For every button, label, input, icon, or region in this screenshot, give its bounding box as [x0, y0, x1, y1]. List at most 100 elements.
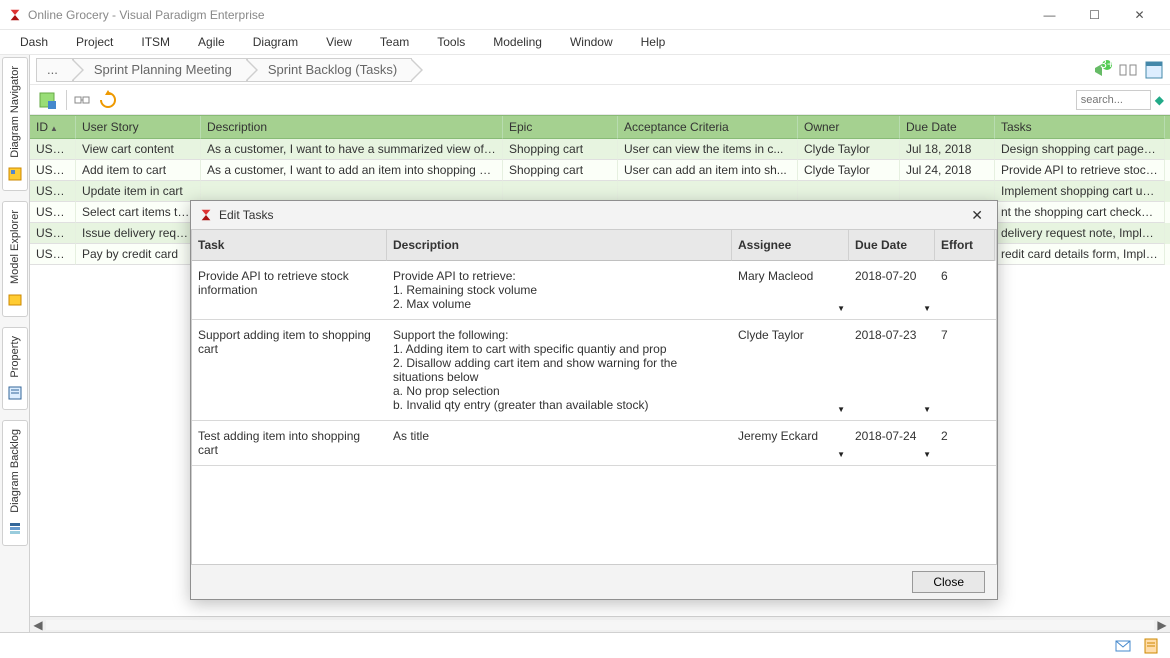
search-go-icon[interactable]: ◆: [1155, 93, 1164, 107]
task-row[interactable]: Test adding item into shopping cartAs ti…: [192, 421, 996, 466]
cell-effort[interactable]: 7: [935, 320, 995, 420]
due-date-dropdown-icon[interactable]: ▼: [923, 405, 931, 414]
minimize-button[interactable]: —: [1027, 0, 1072, 30]
sidetab-model-explorer[interactable]: Model Explorer: [2, 201, 28, 317]
switch-view-icon[interactable]: [1118, 60, 1138, 80]
scroll-right-icon[interactable]: ▶: [1154, 618, 1170, 632]
cell-assignee[interactable]: Mary Macleod▼: [732, 261, 849, 319]
mcol-task[interactable]: Task: [192, 230, 387, 261]
dialog-title: Edit Tasks: [219, 208, 273, 222]
cell-effort[interactable]: 2: [935, 421, 995, 465]
mcol-assignee[interactable]: Assignee: [732, 230, 849, 261]
cell-desc: [201, 181, 503, 202]
statusbar: [0, 632, 1170, 658]
scroll-left-icon[interactable]: ◀: [30, 618, 46, 632]
horizontal-scrollbar[interactable]: ◀ ▶: [30, 616, 1170, 632]
menu-diagram[interactable]: Diagram: [239, 30, 312, 54]
menu-window[interactable]: Window: [556, 30, 627, 54]
sidetab-property[interactable]: Property: [2, 327, 28, 411]
table-row[interactable]: US025View cart contentAs a customer, I w…: [30, 139, 1170, 160]
due-date-dropdown-icon[interactable]: ▼: [923, 304, 931, 313]
cell-description[interactable]: Provide API to retrieve: 1. Remaining st…: [387, 261, 732, 319]
link-icon[interactable]: [71, 89, 93, 111]
menu-team[interactable]: Team: [366, 30, 423, 54]
mcol-due-date[interactable]: Due Date: [849, 230, 935, 261]
assignee-dropdown-icon[interactable]: ▼: [837, 405, 845, 414]
col-user-story[interactable]: User Story: [76, 116, 201, 139]
cell-due-date[interactable]: 2018-07-23▼: [849, 320, 935, 420]
menu-dash[interactable]: Dash: [6, 30, 62, 54]
menu-tools[interactable]: Tools: [423, 30, 479, 54]
col-id[interactable]: ID▲: [30, 116, 76, 139]
task-row[interactable]: Provide API to retrieve stock informatio…: [192, 261, 996, 320]
layout-icon[interactable]: [1144, 60, 1164, 80]
assignee-dropdown-icon[interactable]: ▼: [837, 304, 845, 313]
menu-help[interactable]: Help: [627, 30, 680, 54]
assignee-dropdown-icon[interactable]: ▼: [837, 450, 845, 459]
note-icon[interactable]: [1142, 637, 1160, 655]
col-owner[interactable]: Owner: [798, 116, 900, 139]
titlebar: Online Grocery - Visual Paradigm Enterpr…: [0, 0, 1170, 30]
cell-due: Jul 24, 2018: [900, 160, 995, 181]
cell-id: US032: [30, 244, 76, 265]
table-row[interactable]: US027Update item in cart Implement shoppi…: [30, 181, 1170, 202]
cell-effort[interactable]: 6: [935, 261, 995, 319]
mcol-effort[interactable]: Effort: [935, 230, 995, 261]
cell-due-date[interactable]: 2018-07-24▼: [849, 421, 935, 465]
cell-assignee[interactable]: Jeremy Eckard▼: [732, 421, 849, 465]
table-row[interactable]: US026Add item to cartAs a customer, I wa…: [30, 160, 1170, 181]
due-date-dropdown-icon[interactable]: ▼: [923, 450, 931, 459]
cell-description[interactable]: As title: [387, 421, 732, 465]
mcol-description[interactable]: Description: [387, 230, 732, 261]
property-icon: [7, 385, 23, 401]
cell-ac: User can add an item into sh...: [618, 160, 798, 181]
refresh-icon[interactable]: [97, 89, 119, 111]
cell-assignee[interactable]: Clyde Taylor▼: [732, 320, 849, 420]
cell-epic: Shopping cart: [503, 160, 618, 181]
breadcrumb-parent[interactable]: Sprint Planning Meeting: [73, 58, 247, 82]
menu-project[interactable]: Project: [62, 30, 127, 54]
cell-description[interactable]: Support the following: 1. Adding item to…: [387, 320, 732, 420]
breadcrumb-current[interactable]: Sprint Backlog (Tasks): [247, 58, 412, 82]
cell-task[interactable]: Support adding item to shopping cart: [192, 320, 387, 420]
cell-ac: [618, 181, 798, 202]
sidetab-diagram-navigator[interactable]: Diagram Navigator: [2, 57, 28, 191]
cell-due-date[interactable]: 2018-07-20▼: [849, 261, 935, 319]
menu-view[interactable]: View: [312, 30, 366, 54]
menu-agile[interactable]: Agile: [184, 30, 239, 54]
announcement-icon[interactable]: 3+: [1092, 60, 1112, 80]
col-due-date[interactable]: Due Date: [900, 116, 995, 139]
toolbar-divider: [66, 90, 67, 110]
new-item-icon[interactable]: [36, 89, 58, 111]
close-window-button[interactable]: ✕: [1117, 0, 1162, 30]
menu-itsm[interactable]: ITSM: [127, 30, 184, 54]
cell-id: US025: [30, 139, 76, 160]
col-description[interactable]: Description: [201, 116, 503, 139]
vp-logo-icon: [199, 208, 213, 222]
breadcrumb: ... Sprint Planning Meeting Sprint Backl…: [36, 58, 412, 82]
col-epic[interactable]: Epic: [503, 116, 618, 139]
breadcrumb-root[interactable]: ...: [36, 58, 73, 82]
cell-story: Add item to cart: [76, 160, 201, 181]
cell-task[interactable]: Test adding item into shopping cart: [192, 421, 387, 465]
cell-tasks: redit card details form, Imple...: [995, 244, 1165, 265]
mail-icon[interactable]: [1114, 637, 1132, 655]
cell-task[interactable]: Provide API to retrieve stock informatio…: [192, 261, 387, 319]
sidetab-diagram-backlog[interactable]: Diagram Backlog: [2, 420, 28, 546]
task-row[interactable]: Support adding item to shopping cartSupp…: [192, 320, 996, 421]
col-acceptance-criteria[interactable]: Acceptance Criteria: [618, 116, 798, 139]
cell-story: Update item in cart: [76, 181, 201, 202]
cell-epic: [503, 181, 618, 202]
maximize-button[interactable]: ☐: [1072, 0, 1117, 30]
col-tasks[interactable]: Tasks: [995, 116, 1165, 139]
menu-modeling[interactable]: Modeling: [479, 30, 556, 54]
cell-tasks: Provide API to retrieve stock informati.…: [995, 160, 1165, 181]
dialog-close-icon[interactable]: ✕: [965, 205, 989, 226]
app-logo-icon: [8, 8, 22, 22]
close-button[interactable]: Close: [912, 571, 985, 593]
search-input[interactable]: [1076, 90, 1151, 110]
grid-header: ID▲ User Story Description Epic Acceptan…: [30, 115, 1170, 139]
cell-id: US029: [30, 223, 76, 244]
cell-tasks: Implement shopping cart update logic...: [995, 181, 1165, 202]
cell-id: US027: [30, 181, 76, 202]
